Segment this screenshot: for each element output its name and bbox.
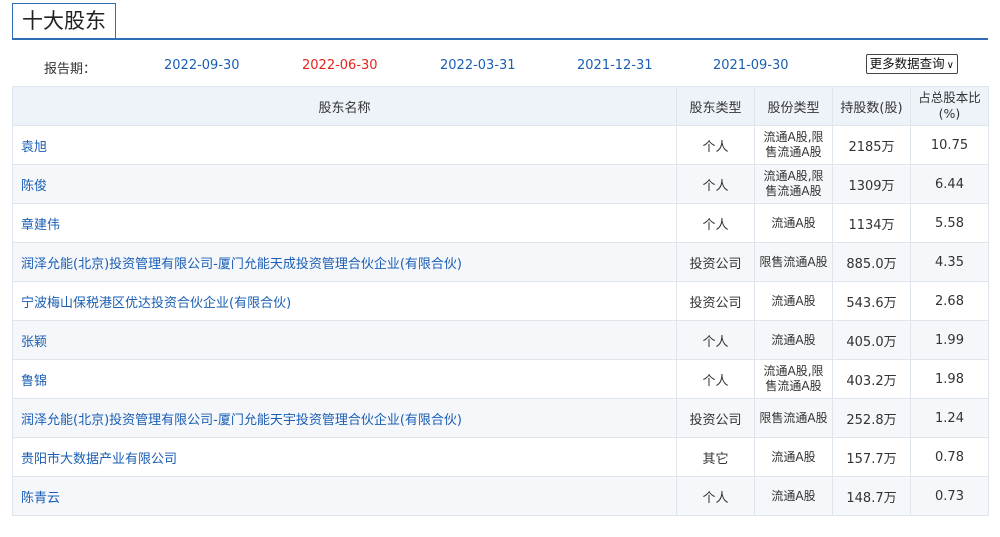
shares-held-cell: 1134万 [832,203,911,243]
shareholder-name-cell: 宁波梅山保税港区优达投资合伙企业(有限合伙) [12,281,677,321]
shareholder-name-link[interactable]: 张颖 [21,335,47,350]
share-type-cell: 流通A股,限 售流通A股 [754,359,833,399]
share-type-cell: 流通A股 [754,437,833,477]
share-type-line2: 售流通A股 [765,184,822,198]
column-header-holder-type: 股东类型 [676,86,755,126]
shareholder-name-link[interactable]: 章建伟 [21,218,60,233]
column-header-percent: 占总股本比 (%) [910,86,989,126]
share-type-line2: 售流通A股 [765,145,822,159]
holder-type-cell: 个人 [676,320,755,360]
table-row: 张颖 个人 流通A股 405.0万 1.99 [12,320,989,360]
shares-held-cell: 543.6万 [832,281,911,321]
shareholder-name-cell: 章建伟 [12,203,677,243]
shares-held-cell: 148.7万 [832,476,911,516]
table-header-row: 股东名称 股东类型 股份类型 持股数(股) 占总股本比 (%) [12,86,989,126]
holder-type-cell: 投资公司 [676,398,755,438]
holder-type-cell: 个人 [676,203,755,243]
shares-held-cell: 252.8万 [832,398,911,438]
shares-held-cell: 2185万 [832,125,911,165]
shareholder-name-cell: 陈青云 [12,476,677,516]
shareholder-name-link[interactable]: 贵阳市大数据产业有限公司 [21,452,177,467]
shareholder-name-link[interactable]: 润泽允能(北京)投资管理有限公司-厦门允能天宇投资管理合伙企业(有限合伙) [21,413,462,428]
shareholder-name-link[interactable]: 润泽允能(北京)投资管理有限公司-厦门允能天成投资管理合伙企业(有限合伙) [21,257,462,272]
shareholder-name-cell: 张颖 [12,320,677,360]
shares-held-cell: 403.2万 [832,359,911,399]
share-type-cell: 流通A股 [754,281,833,321]
share-type-cell: 限售流通A股 [754,398,833,438]
table-row: 袁旭 个人 流通A股,限 售流通A股 2185万 10.75 [12,125,989,165]
shareholders-table: 股东名称 股东类型 股份类型 持股数(股) 占总股本比 (%) 袁旭 个人 流通A… [12,86,989,516]
holder-type-cell: 其它 [676,437,755,477]
shareholder-name-cell: 润泽允能(北京)投资管理有限公司-厦门允能天宇投资管理合伙企业(有限合伙) [12,398,677,438]
shares-held-cell: 157.7万 [832,437,911,477]
shareholder-name-link[interactable]: 袁旭 [21,140,47,155]
holder-type-cell: 投资公司 [676,281,755,321]
percent-header-line1: 占总股本比 [918,90,981,105]
table-row: 润泽允能(北京)投资管理有限公司-厦门允能天宇投资管理合伙企业(有限合伙) 投资… [12,398,989,438]
holder-type-cell: 个人 [676,476,755,516]
percent-header-line2: (%) [938,106,961,121]
holder-type-cell: 个人 [676,359,755,399]
share-percent-cell: 0.73 [910,476,989,516]
share-type-line1: 流通A股,限 [763,130,824,144]
period-link-2021-09-30[interactable]: 2021-09-30 [713,58,789,73]
share-type-line2: 售流通A股 [765,379,822,393]
holder-type-cell: 投资公司 [676,242,755,282]
share-type-cell: 流通A股 [754,476,833,516]
share-percent-cell: 5.58 [910,203,989,243]
share-percent-cell: 1.99 [910,320,989,360]
shares-held-cell: 1309万 [832,164,911,204]
shareholder-name-link[interactable]: 鲁锦 [21,374,47,389]
more-data-query-dropdown[interactable]: 更多数据查询 ∨ [865,54,958,74]
table-row: 陈俊 个人 流通A股,限 售流通A股 1309万 6.44 [12,164,989,204]
shareholder-name-cell: 袁旭 [12,125,677,165]
shares-held-cell: 405.0万 [832,320,911,360]
report-period-label: 报告期： [44,62,97,77]
top-shareholders-panel: 十大股东 报告期： 2022-09-30 2022-06-30 2022-03-… [0,0,1000,537]
chevron-down-icon: ∨ [946,60,954,71]
share-percent-cell: 1.98 [910,359,989,399]
period-link-2022-06-30[interactable]: 2022-06-30 [302,58,378,73]
period-link-2021-12-31[interactable]: 2021-12-31 [577,58,653,73]
share-type-line1: 流通A股,限 [763,364,824,378]
share-type-cell: 流通A股,限 售流通A股 [754,125,833,165]
more-data-query-label: 更多数据查询 [869,56,945,71]
shareholder-name-cell: 贵阳市大数据产业有限公司 [12,437,677,477]
table-row: 宁波梅山保税港区优达投资合伙企业(有限合伙) 投资公司 流通A股 543.6万 … [12,281,989,321]
table-row: 贵阳市大数据产业有限公司 其它 流通A股 157.7万 0.78 [12,437,989,477]
table-row: 鲁锦 个人 流通A股,限 售流通A股 403.2万 1.98 [12,359,989,399]
share-percent-cell: 1.24 [910,398,989,438]
shareholder-name-cell: 陈俊 [12,164,677,204]
section-tab-bar: 十大股东 [12,0,988,40]
table-row: 陈青云 个人 流通A股 148.7万 0.73 [12,476,989,516]
share-percent-cell: 10.75 [910,125,989,165]
share-percent-cell: 6.44 [910,164,989,204]
table-row: 章建伟 个人 流通A股 1134万 5.58 [12,203,989,243]
share-type-cell: 流通A股 [754,203,833,243]
shareholder-name-link[interactable]: 陈俊 [21,179,47,194]
report-period-selector: 报告期： 2022-09-30 2022-06-30 2022-03-31 20… [12,54,988,80]
table-row: 润泽允能(北京)投资管理有限公司-厦门允能天成投资管理合伙企业(有限合伙) 投资… [12,242,989,282]
shareholder-name-link[interactable]: 宁波梅山保税港区优达投资合伙企业(有限合伙) [21,296,291,311]
share-type-line1: 流通A股,限 [763,169,824,183]
period-link-2022-09-30[interactable]: 2022-09-30 [164,58,240,73]
section-title-tab[interactable]: 十大股东 [12,3,116,38]
share-type-cell: 限售流通A股 [754,242,833,282]
share-percent-cell: 0.78 [910,437,989,477]
period-link-2022-03-31[interactable]: 2022-03-31 [440,58,516,73]
share-percent-cell: 4.35 [910,242,989,282]
shareholder-name-cell: 润泽允能(北京)投资管理有限公司-厦门允能天成投资管理合伙企业(有限合伙) [12,242,677,282]
share-percent-cell: 2.68 [910,281,989,321]
share-type-cell: 流通A股 [754,320,833,360]
column-header-shares: 持股数(股) [832,86,911,126]
column-header-name: 股东名称 [12,86,677,126]
shareholder-name-cell: 鲁锦 [12,359,677,399]
shares-held-cell: 885.0万 [832,242,911,282]
holder-type-cell: 个人 [676,125,755,165]
shareholder-name-link[interactable]: 陈青云 [21,491,60,506]
share-type-cell: 流通A股,限 售流通A股 [754,164,833,204]
column-header-share-type: 股份类型 [754,86,833,126]
holder-type-cell: 个人 [676,164,755,204]
